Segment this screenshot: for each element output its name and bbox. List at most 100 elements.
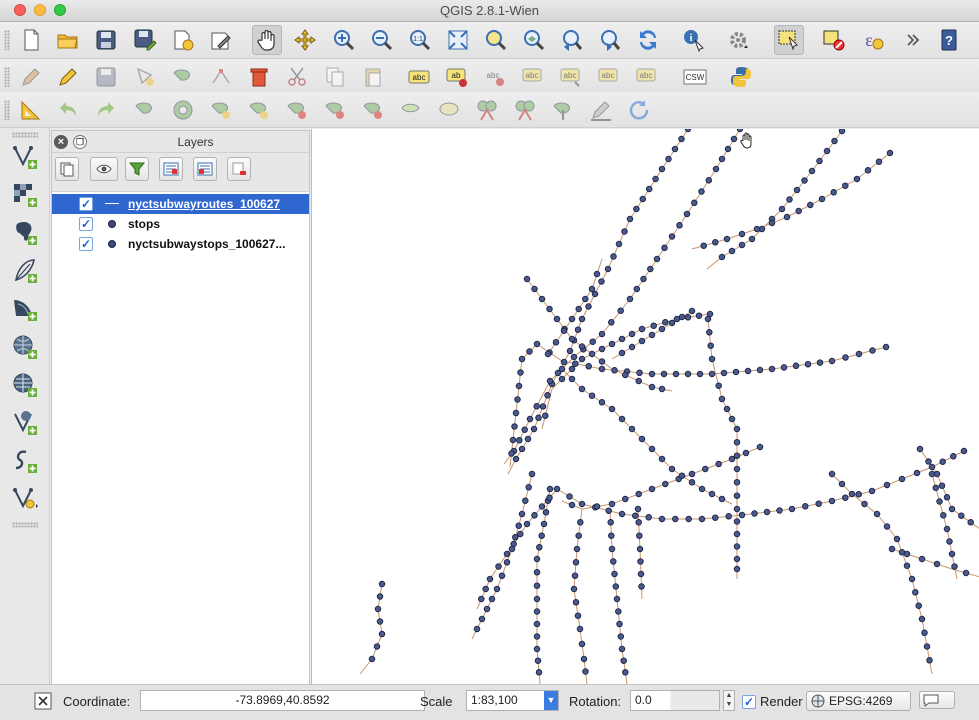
toolbar-grip[interactable]: [12, 132, 38, 138]
simplify-feature-button[interactable]: [130, 95, 160, 125]
layer-visibility-checkbox[interactable]: ✓: [79, 197, 93, 211]
map-canvas[interactable]: [311, 129, 979, 684]
split-parts-button[interactable]: [472, 95, 502, 125]
move-feature-button[interactable]: [168, 62, 198, 92]
filter-legend-button[interactable]: [125, 157, 149, 181]
open-project-button[interactable]: [53, 25, 83, 55]
redo-button[interactable]: [91, 95, 121, 125]
label-toolbar-button[interactable]: abc: [404, 62, 434, 92]
zoom-next-button[interactable]: [595, 25, 625, 55]
toolbar-grip[interactable]: [4, 67, 10, 87]
chevron-down-icon[interactable]: ▼: [544, 691, 558, 710]
collapse-all-button[interactable]: [193, 157, 217, 181]
move-label-button[interactable]: abc: [556, 62, 586, 92]
subway-map[interactable]: [312, 129, 979, 684]
new-shapefile-layer-button[interactable]: [10, 484, 40, 514]
fill-ring-button[interactable]: [244, 95, 274, 125]
expand-all-button[interactable]: [159, 157, 183, 181]
add-part-button[interactable]: [206, 95, 236, 125]
scale-combo[interactable]: 1:83,100 ▼: [466, 690, 559, 711]
add-feature-button[interactable]: [130, 62, 160, 92]
select-features-button[interactable]: [774, 25, 804, 55]
split-features-button[interactable]: [434, 95, 464, 125]
coordinate-field[interactable]: -73.8969,40.8592: [140, 690, 425, 711]
layer-item-nyctsubwayroutes[interactable]: ✓ nyctsubwayroutes_100627: [52, 194, 309, 214]
save-edits-button[interactable]: [91, 62, 121, 92]
add-vector-layer-button[interactable]: [10, 142, 40, 172]
layer-visibility-checkbox[interactable]: ✓: [79, 237, 93, 251]
zoom-full-button[interactable]: [443, 25, 473, 55]
run-action-button[interactable]: [724, 25, 754, 55]
measure-tool-button[interactable]: [16, 95, 46, 125]
toggle-editing-button[interactable]: [53, 62, 83, 92]
rotation-spinner[interactable]: ▲ ▼: [723, 690, 735, 711]
new-print-composer-button[interactable]: [168, 25, 198, 55]
layer-labeling-button[interactable]: ab: [442, 62, 472, 92]
add-mssql-layer-button[interactable]: [10, 294, 40, 324]
save-as-button[interactable]: [130, 25, 160, 55]
zoom-to-selection-button[interactable]: [481, 25, 511, 55]
paste-features-button[interactable]: [358, 62, 388, 92]
deselect-button[interactable]: [819, 25, 849, 55]
layer-item-nyctsubwaystops[interactable]: ✓ nyctsubwaystops_100627...: [52, 234, 309, 254]
add-raster-layer-button[interactable]: [10, 180, 40, 210]
rotation-field[interactable]: 0.0: [630, 690, 720, 711]
pin-labels-button[interactable]: abc: [480, 62, 510, 92]
open-layer-styling-button[interactable]: [55, 157, 79, 181]
delete-part-button[interactable]: [320, 95, 350, 125]
rotate-point-symbols-button[interactable]: [586, 95, 616, 125]
toolbar-grip[interactable]: [4, 30, 10, 50]
new-project-button[interactable]: [16, 25, 46, 55]
manage-visibility-button[interactable]: [90, 157, 118, 181]
toolbar-overflow-button[interactable]: [898, 25, 928, 55]
layer-visibility-checkbox[interactable]: ✓: [79, 217, 93, 231]
change-label-button[interactable]: abc: [632, 62, 662, 92]
offset-curve-button[interactable]: [358, 95, 388, 125]
toolbar-grip[interactable]: [12, 522, 38, 528]
cut-features-button[interactable]: [282, 62, 312, 92]
zoom-in-button[interactable]: [329, 25, 359, 55]
zoom-actual-size-button[interactable]: 1:1: [405, 25, 435, 55]
pan-map-button[interactable]: [252, 25, 282, 55]
messages-button[interactable]: [34, 692, 52, 710]
digitize-dropdown-button[interactable]: [16, 62, 46, 92]
undo-button[interactable]: [53, 95, 83, 125]
merge-attributes-button[interactable]: [548, 95, 578, 125]
copy-features-button[interactable]: [320, 62, 350, 92]
subway-stop-point: [718, 253, 726, 261]
rotate-feature-button[interactable]: [624, 95, 654, 125]
add-delimited-text-layer-button[interactable]: [10, 446, 40, 476]
delete-ring-button[interactable]: [282, 95, 312, 125]
help-button[interactable]: ?: [934, 25, 964, 55]
delete-selected-button[interactable]: [244, 62, 274, 92]
rotate-label-button[interactable]: abc: [594, 62, 624, 92]
reshape-features-button[interactable]: [396, 95, 426, 125]
add-spatialite-layer-button[interactable]: [10, 256, 40, 286]
add-ring-button[interactable]: [168, 95, 198, 125]
layer-item-stops[interactable]: ✓ stops: [52, 214, 309, 234]
zoom-out-button[interactable]: [367, 25, 397, 55]
toolbar-grip[interactable]: [4, 100, 10, 120]
zoom-last-button[interactable]: [557, 25, 587, 55]
messages-log-button[interactable]: [919, 691, 955, 709]
remove-layer-button[interactable]: [227, 157, 251, 181]
identify-button[interactable]: i: [679, 25, 709, 55]
pan-to-selection-button[interactable]: [290, 25, 320, 55]
composer-manager-button[interactable]: [206, 25, 236, 55]
zoom-to-layer-button[interactable]: [519, 25, 549, 55]
show-hide-labels-button[interactable]: abc: [518, 62, 548, 92]
refresh-button[interactable]: [633, 25, 663, 55]
subway-stop-point: [708, 370, 716, 378]
csw-button[interactable]: CSW: [680, 62, 710, 92]
add-wms-layer-button[interactable]: [10, 332, 40, 362]
add-wcs-layer-button[interactable]: [10, 370, 40, 400]
add-postgis-layer-button[interactable]: [10, 218, 40, 248]
field-calculator-button[interactable]: ε: [857, 25, 887, 55]
node-tool-button[interactable]: [206, 62, 236, 92]
merge-features-button[interactable]: [510, 95, 540, 125]
save-project-button[interactable]: [91, 25, 121, 55]
add-wfs-layer-button[interactable]: [10, 408, 40, 438]
render-checkbox[interactable]: ✓: [742, 695, 756, 709]
python-console-button[interactable]: [726, 62, 756, 92]
crs-button[interactable]: EPSG:4269: [806, 691, 911, 711]
